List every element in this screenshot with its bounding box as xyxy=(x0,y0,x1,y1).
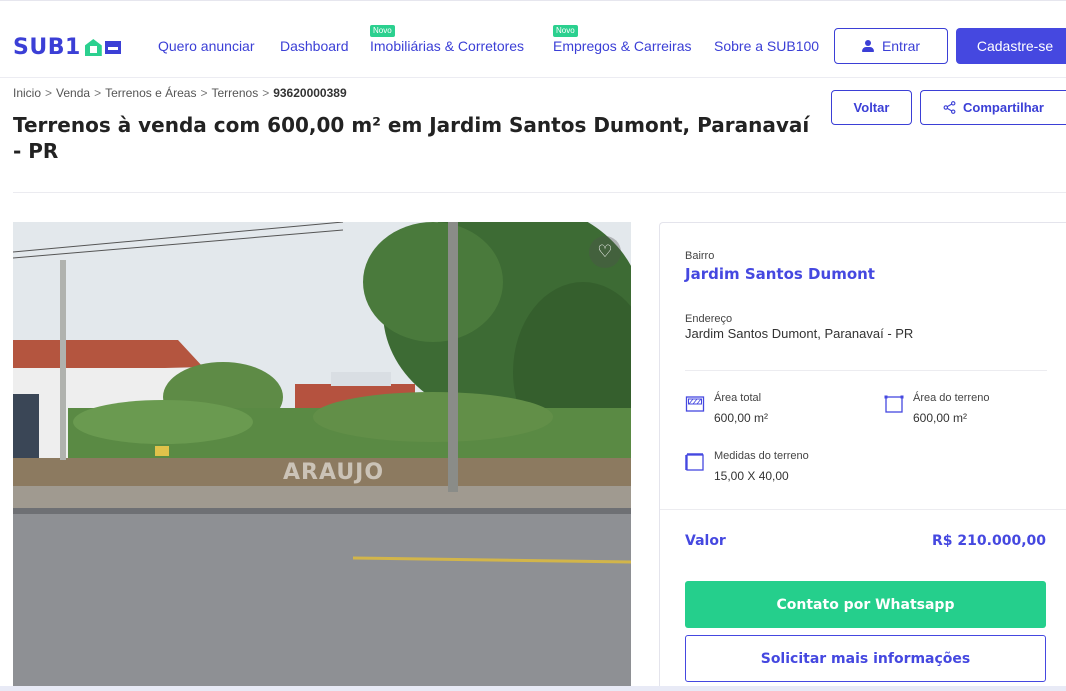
heart-icon: ♡ xyxy=(597,242,613,262)
feature-label: Área do terreno xyxy=(913,392,990,404)
feature-label: Medidas do terreno xyxy=(714,450,809,462)
share-label: Compartilhar xyxy=(963,100,1044,115)
endereco-value: Jardim Santos Dumont, Paranavaí - PR xyxy=(685,326,914,341)
logo-text: SUB1 xyxy=(13,35,81,60)
request-info-button[interactable]: Solicitar mais informações xyxy=(685,635,1046,682)
feature-value: 600,00 m² xyxy=(913,411,968,425)
property-photo-image xyxy=(13,222,631,686)
breadcrumb-separator: > xyxy=(94,86,102,100)
property-details-card: Bairro Jardim Santos Dumont Endereço Jar… xyxy=(659,222,1066,691)
favorite-button[interactable]: ♡ xyxy=(589,236,621,268)
feature-medidas: Medidas do terreno 15,00 X 40,00 xyxy=(685,449,809,485)
nav-empregos[interactable]: Empregos & Carreiras xyxy=(553,38,692,54)
whatsapp-contact-button[interactable]: Contato por Whatsapp xyxy=(685,581,1046,628)
nav-sobre[interactable]: Sobre a SUB100 xyxy=(714,38,819,54)
property-photo[interactable]: ARAUJO xyxy=(13,222,631,686)
feature-value: 15,00 X 40,00 xyxy=(714,469,789,483)
area-terreno-icon xyxy=(884,395,904,413)
valor-label: Valor xyxy=(685,533,726,549)
site-header: SUB1 Quero anunciar Dashboard Novo Imobi… xyxy=(0,0,1066,78)
breadcrumb-separator: > xyxy=(45,86,53,100)
nav-imobiliarias[interactable]: Imobiliárias & Corretores xyxy=(370,38,524,54)
novo-badge: Novo xyxy=(370,25,395,37)
breadcrumb-separator: > xyxy=(200,86,208,100)
request-info-label: Solicitar mais informações xyxy=(760,650,971,667)
bairro-value: Jardim Santos Dumont xyxy=(685,265,875,283)
breadcrumb-code: 93620000389 xyxy=(273,86,347,100)
card-divider xyxy=(660,509,1066,510)
feature-value: 600,00 m² xyxy=(714,411,769,425)
valor-value: R$ 210.000,00 xyxy=(932,533,1046,549)
endereco-label: Endereço xyxy=(685,313,733,325)
bottom-strip xyxy=(0,686,1066,691)
feature-area-total: Área total 600,00 m² xyxy=(685,391,768,427)
novo-badge: Novo xyxy=(553,25,578,37)
breadcrumb: Inicio > Venda > Terrenos e Áreas > Terrenos >9… xyxy=(13,86,347,100)
page-title-bold: Terrenos à venda xyxy=(13,113,207,137)
whatsapp-contact-label: Contato por Whatsapp xyxy=(776,596,955,613)
login-label: Entrar xyxy=(881,38,921,54)
breadcrumb-item[interactable]: Venda xyxy=(56,86,90,100)
login-button[interactable]: Entrar xyxy=(834,28,948,64)
bairro-label: Bairro xyxy=(685,250,715,262)
logo-house-icon xyxy=(84,39,102,56)
breadcrumb-separator: > xyxy=(262,86,270,100)
breadcrumb-item[interactable]: Inicio xyxy=(13,86,41,100)
signup-label: Cadastre-se xyxy=(976,38,1054,54)
breadcrumb-item[interactable]: Terrenos xyxy=(212,86,259,100)
breadcrumb-item[interactable]: Terrenos e Áreas xyxy=(105,86,196,100)
page-title: Terrenos à venda com 600,00 m² em Jardim… xyxy=(13,112,813,164)
share-button[interactable]: Compartilhar xyxy=(920,90,1066,125)
signup-button[interactable]: Cadastre-se xyxy=(956,28,1066,64)
logo-building-icon xyxy=(104,41,121,54)
site-logo[interactable]: SUB1 xyxy=(13,35,121,60)
nav-dashboard[interactable]: Dashboard xyxy=(280,38,349,54)
photo-watermark: ARAUJO xyxy=(283,460,385,485)
back-label: Voltar xyxy=(853,100,890,115)
area-total-icon xyxy=(685,396,705,412)
feature-area-terreno: Área do terreno 600,00 m² xyxy=(884,391,989,427)
card-divider xyxy=(685,370,1047,371)
back-button[interactable]: Voltar xyxy=(831,90,912,125)
user-icon xyxy=(861,40,874,52)
share-icon xyxy=(943,101,956,114)
medidas-icon xyxy=(685,453,704,471)
section-divider xyxy=(13,192,1066,193)
feature-label: Área total xyxy=(714,392,762,404)
nav-quero-anunciar[interactable]: Quero anunciar xyxy=(158,38,255,54)
